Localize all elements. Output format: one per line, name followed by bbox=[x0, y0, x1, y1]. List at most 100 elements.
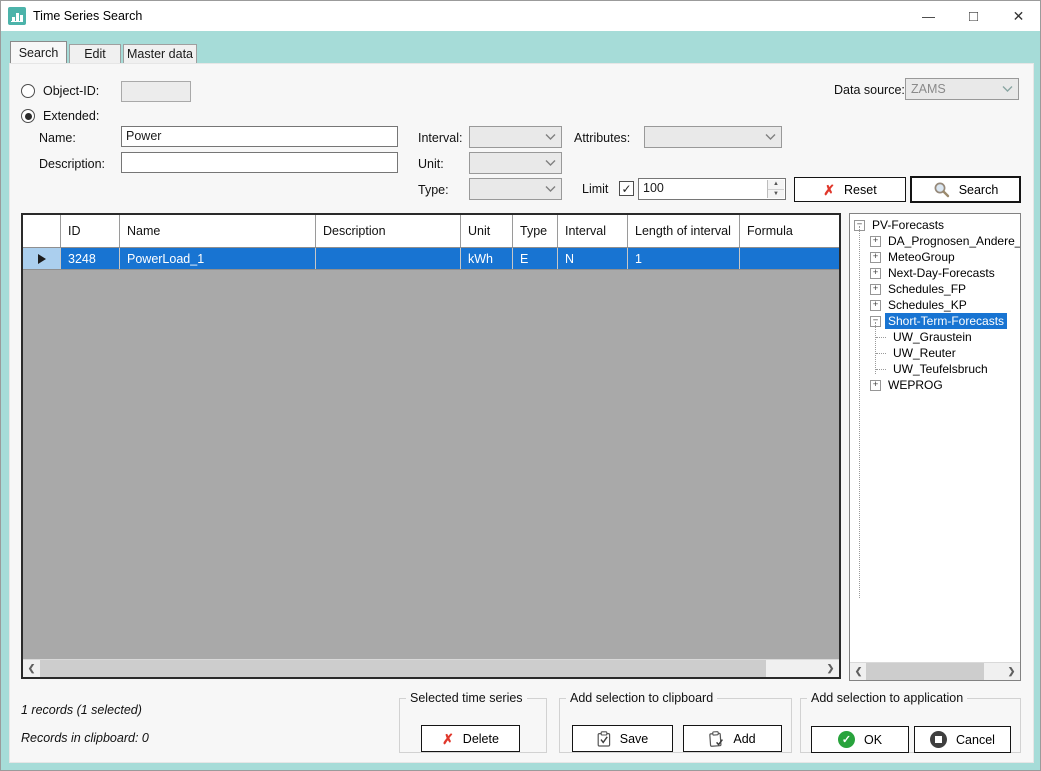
save-button[interactable]: Save bbox=[572, 725, 673, 752]
ok-label: OK bbox=[863, 732, 883, 747]
expand-icon[interactable]: + bbox=[870, 299, 881, 311]
header-formula[interactable]: Formula bbox=[740, 215, 839, 247]
description-label: Description: bbox=[39, 157, 105, 171]
expand-icon[interactable]: + bbox=[870, 283, 881, 295]
add-button[interactable]: Add bbox=[683, 725, 782, 752]
results-grid: ID Name Description Unit Type Interval L… bbox=[21, 213, 841, 679]
spinner-down-icon[interactable]: ▼ bbox=[768, 189, 784, 198]
header-type[interactable]: Type bbox=[513, 215, 558, 247]
magnifier-icon bbox=[934, 182, 949, 198]
clipboard-group-label: Add selection to clipboard bbox=[570, 691, 714, 705]
tree-item-schedules-kp[interactable]: + Schedules_KP bbox=[850, 297, 1020, 313]
chevron-down-icon bbox=[765, 134, 776, 140]
tree-item-pv-forecasts[interactable]: − PV-Forecasts bbox=[850, 217, 1020, 233]
tree-guide-line bbox=[875, 322, 876, 374]
expand-icon[interactable]: + bbox=[870, 379, 881, 391]
tree-horizontal-scrollbar[interactable]: ❮ ❯ bbox=[850, 662, 1020, 680]
scroll-left-icon[interactable]: ❮ bbox=[23, 660, 40, 677]
data-source-combo[interactable]: ZAMS bbox=[905, 78, 1019, 100]
object-id-label: Object-ID: bbox=[43, 84, 100, 98]
unit-combo[interactable] bbox=[469, 152, 562, 174]
search-button[interactable]: Search bbox=[910, 176, 1021, 203]
header-id[interactable]: ID bbox=[61, 215, 120, 247]
attributes-combo[interactable] bbox=[644, 126, 782, 148]
cell-formula bbox=[740, 248, 839, 269]
category-tree: − PV-Forecasts + DA_Prognosen_Andere_ + … bbox=[849, 213, 1021, 681]
cancel-stop-icon bbox=[930, 731, 948, 748]
object-id-radio[interactable] bbox=[21, 84, 35, 98]
table-row[interactable]: 3248 PowerLoad_1 kWh E N 1 bbox=[23, 248, 839, 270]
delete-label: Delete bbox=[462, 731, 499, 746]
name-input[interactable]: Power bbox=[121, 126, 398, 147]
clipboard-status: Records in clipboard: 0 bbox=[21, 731, 149, 745]
grid-header-row: ID Name Description Unit Type Interval L… bbox=[23, 215, 839, 248]
expand-icon[interactable]: + bbox=[870, 267, 881, 279]
tab-search[interactable]: Search bbox=[10, 41, 67, 63]
application-group-label: Add selection to application bbox=[811, 691, 964, 705]
header-row-selector bbox=[23, 215, 61, 247]
header-description[interactable]: Description bbox=[316, 215, 461, 247]
header-length-of-interval[interactable]: Length of interval bbox=[628, 215, 740, 247]
scroll-right-icon[interactable]: ❯ bbox=[1003, 663, 1020, 680]
scroll-left-icon[interactable]: ❮ bbox=[850, 663, 867, 680]
tree-connector bbox=[876, 336, 886, 338]
type-combo[interactable] bbox=[469, 178, 562, 200]
ok-button[interactable]: ✓ OK bbox=[811, 726, 909, 753]
expand-icon[interactable]: + bbox=[870, 251, 881, 263]
reset-label: Reset bbox=[844, 182, 877, 197]
current-row-indicator bbox=[23, 248, 61, 269]
cell-description bbox=[316, 248, 461, 269]
add-label: Add bbox=[733, 731, 756, 746]
title-bar: Time Series Search — □ ✕ bbox=[1, 1, 1040, 31]
cell-type: E bbox=[513, 248, 558, 269]
header-name[interactable]: Name bbox=[120, 215, 316, 247]
header-interval[interactable]: Interval bbox=[558, 215, 628, 247]
tree-item-next-day-forecasts[interactable]: + Next-Day-Forecasts bbox=[850, 265, 1020, 281]
expand-icon[interactable]: + bbox=[870, 235, 881, 247]
minimize-button[interactable]: — bbox=[906, 1, 951, 31]
extended-label: Extended: bbox=[43, 109, 100, 123]
reset-button[interactable]: ✗ Reset bbox=[794, 177, 906, 202]
close-button[interactable]: ✕ bbox=[996, 1, 1040, 31]
red-x-icon: ✗ bbox=[442, 730, 454, 747]
scrollbar-thumb[interactable] bbox=[866, 663, 984, 680]
spinner-up-icon[interactable]: ▲ bbox=[768, 180, 784, 190]
tree-item-meteogroup[interactable]: + MeteoGroup bbox=[850, 249, 1020, 265]
tree-item-da-prognosen[interactable]: + DA_Prognosen_Andere_ bbox=[850, 233, 1020, 249]
cell-length-of-interval: 1 bbox=[628, 248, 740, 269]
delete-button[interactable]: ✗ Delete bbox=[421, 725, 520, 752]
records-status: 1 records (1 selected) bbox=[21, 703, 142, 717]
interval-combo[interactable] bbox=[469, 126, 562, 148]
selected-time-series-group: Selected time series ✗ Delete bbox=[399, 691, 547, 753]
tab-edit[interactable]: Edit bbox=[69, 44, 121, 63]
cancel-button[interactable]: Cancel bbox=[914, 726, 1011, 753]
description-input[interactable] bbox=[121, 152, 398, 173]
maximize-button[interactable]: □ bbox=[951, 1, 996, 31]
spinner-buttons[interactable]: ▲ ▼ bbox=[767, 180, 784, 198]
unit-label: Unit: bbox=[418, 157, 444, 171]
data-source-value: ZAMS bbox=[911, 82, 946, 96]
chart-baseline bbox=[11, 21, 23, 22]
tab-master-data[interactable]: Master data bbox=[123, 44, 197, 63]
grid-horizontal-scrollbar[interactable]: ❮ ❯ bbox=[23, 659, 839, 677]
type-label: Type: bbox=[418, 183, 449, 197]
search-label: Search bbox=[958, 182, 999, 197]
attributes-label: Attributes: bbox=[574, 131, 631, 145]
object-id-input[interactable] bbox=[121, 81, 191, 102]
limit-spinner[interactable]: 100 ▲ ▼ bbox=[638, 178, 786, 200]
header-unit[interactable]: Unit bbox=[461, 215, 513, 247]
cell-name: PowerLoad_1 bbox=[120, 248, 316, 269]
tree-item-schedules-fp[interactable]: + Schedules_FP bbox=[850, 281, 1020, 297]
scroll-right-icon[interactable]: ❯ bbox=[822, 660, 839, 677]
name-label: Name: bbox=[39, 131, 76, 145]
chevron-down-icon bbox=[545, 186, 556, 192]
chevron-down-icon bbox=[1002, 86, 1013, 92]
ok-check-icon: ✓ bbox=[837, 731, 855, 748]
clipboard-check-icon bbox=[597, 730, 610, 747]
limit-checkbox[interactable]: ✓ bbox=[619, 181, 634, 196]
scrollbar-thumb[interactable] bbox=[40, 660, 766, 677]
tree-item-weprog[interactable]: + WEPROG bbox=[850, 377, 1020, 393]
extended-radio[interactable] bbox=[21, 109, 35, 123]
stop-square bbox=[935, 736, 943, 743]
time-series-search-window: Time Series Search — □ ✕ Search Edit Mas… bbox=[0, 0, 1041, 771]
